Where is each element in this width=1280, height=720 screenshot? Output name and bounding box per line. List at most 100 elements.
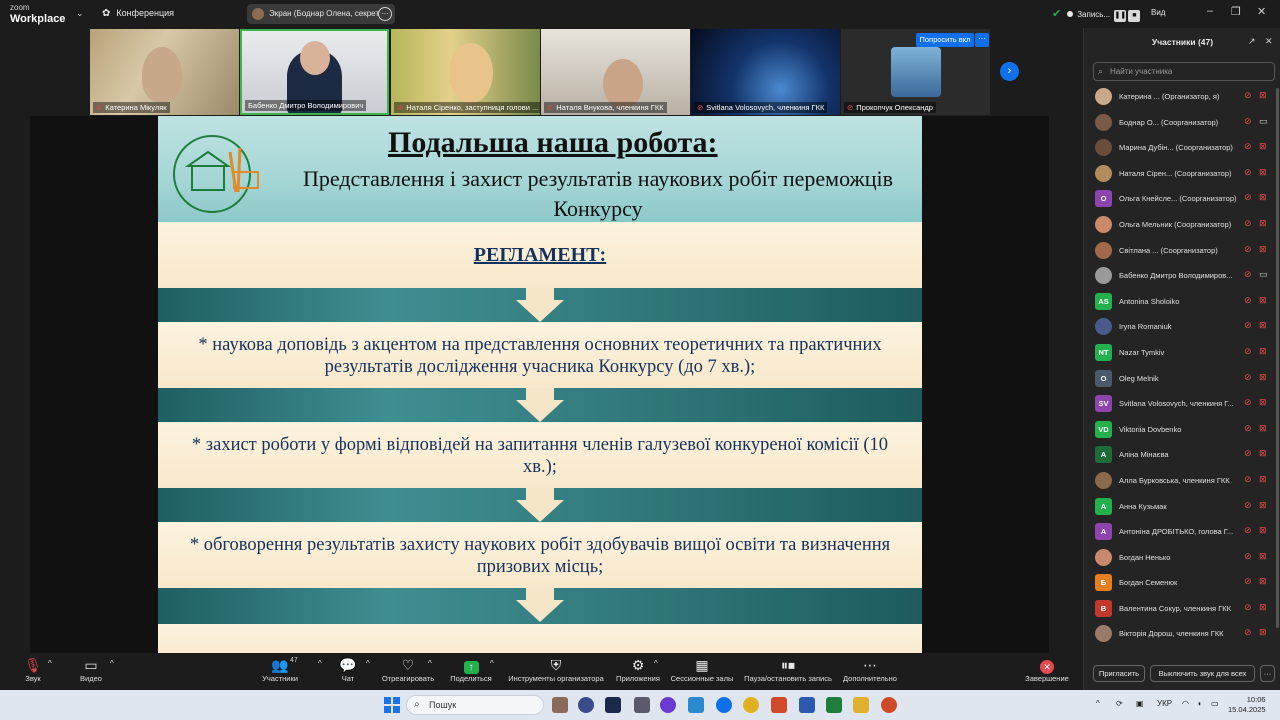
participant-row[interactable]: AS Antonina Sholoiko ⊘ ⊠ bbox=[1084, 289, 1280, 315]
mic-off-icon[interactable]: ⊘ bbox=[1244, 372, 1252, 383]
powerpoint-icon[interactable] bbox=[771, 697, 787, 713]
mic-off-icon[interactable]: ⊘ bbox=[1244, 346, 1252, 357]
video-off-icon[interactable]: ⊠ bbox=[1259, 90, 1267, 101]
word-icon[interactable] bbox=[799, 697, 815, 713]
share-button[interactable]: ↑ Поделиться bbox=[447, 657, 495, 683]
zoom-icon[interactable] bbox=[716, 697, 732, 713]
video-tile[interactable]: ⊘ Наталя Сіренко, заступниця голови ... bbox=[391, 29, 540, 115]
video-off-icon[interactable]: ⊠ bbox=[1259, 602, 1267, 613]
video-on-icon[interactable]: ▭ bbox=[1259, 269, 1268, 280]
host-tools-button[interactable]: ⛨ Инструменты организатора bbox=[505, 657, 607, 683]
tile-more-button[interactable]: ··· bbox=[975, 33, 989, 47]
mute-all-button[interactable]: Выключить звук для всех bbox=[1150, 665, 1255, 682]
mic-off-icon[interactable]: ⊘ bbox=[1244, 269, 1252, 280]
volume-icon[interactable]: ◖ bbox=[1197, 699, 1202, 708]
participant-row[interactable]: Наталя Сірен... (Соорганизатор) ⊘ ⊠ bbox=[1084, 161, 1280, 187]
participant-row[interactable]: NT Nazar Tymkiv ⊘ ⊠ bbox=[1084, 340, 1280, 366]
video-off-icon[interactable]: ⊠ bbox=[1259, 192, 1267, 203]
video-off-icon[interactable]: ⊠ bbox=[1259, 423, 1267, 434]
language-indicator[interactable]: УКР bbox=[1157, 699, 1172, 708]
participant-row[interactable]: А Аліна Мінаєва ⊘ ⊠ bbox=[1084, 442, 1280, 468]
mic-off-icon[interactable]: ⊘ bbox=[1244, 141, 1252, 152]
video-off-icon[interactable]: ⊠ bbox=[1259, 295, 1267, 306]
audio-button[interactable]: 🎙 Звук bbox=[20, 657, 46, 683]
apps-chevron-icon[interactable]: ^ bbox=[654, 659, 658, 668]
scrollbar[interactable] bbox=[1276, 88, 1279, 628]
video-off-icon[interactable]: ⊠ bbox=[1259, 474, 1267, 485]
taskbar-clock[interactable]: 10:06 15.04.2025 bbox=[1228, 695, 1266, 715]
minimize-icon[interactable]: – bbox=[1207, 5, 1213, 17]
mic-off-icon[interactable]: ⊘ bbox=[1244, 551, 1252, 562]
participant-row[interactable]: О Ольга Кнейсле... (Соорганизатор) ⊘ ⊠ bbox=[1084, 186, 1280, 212]
video-on-icon[interactable]: ▭ bbox=[1259, 116, 1268, 127]
more-icon[interactable]: ··· bbox=[378, 7, 392, 21]
pause-recording-button[interactable]: ❚❚ bbox=[1114, 10, 1127, 22]
chevron-down-icon[interactable]: ⌄ bbox=[76, 8, 84, 19]
file-explorer-icon[interactable] bbox=[853, 697, 869, 713]
copilot-icon[interactable] bbox=[552, 697, 568, 713]
stop-recording-button[interactable]: ■ bbox=[1128, 10, 1141, 22]
mic-off-icon[interactable]: ⊘ bbox=[1244, 320, 1252, 331]
wifi-icon[interactable]: ◠ bbox=[1182, 699, 1189, 708]
mic-off-icon[interactable]: ⊘ bbox=[1244, 90, 1252, 101]
video-off-icon[interactable]: ⊠ bbox=[1259, 244, 1267, 255]
participant-row[interactable]: Iryna Romaniuk ⊘ ⊠ bbox=[1084, 314, 1280, 340]
mic-off-icon[interactable]: ⊘ bbox=[1244, 167, 1252, 178]
close-icon[interactable]: ✕ bbox=[1257, 5, 1266, 18]
participant-row[interactable]: Ольга Мельник (Соорганизатор) ⊘ ⊠ bbox=[1084, 212, 1280, 238]
participant-row[interactable]: Боднар О... (Соорганизатор) ⊘ ▭ bbox=[1084, 110, 1280, 136]
share-chevron-icon[interactable]: ^ bbox=[490, 659, 494, 668]
mic-off-icon[interactable]: ⊘ bbox=[1244, 116, 1252, 127]
participant-row[interactable]: Катерина ... (Организатор, я) ⊘ ⊠ bbox=[1084, 84, 1280, 110]
chat-chevron-icon[interactable]: ^ bbox=[366, 659, 370, 668]
mic-off-icon[interactable]: ⊘ bbox=[1244, 576, 1252, 587]
pause-stop-recording-button[interactable]: ⏸⏹ Пауза/остановить запись bbox=[742, 657, 834, 683]
video-tile-active-speaker[interactable]: Бабенко Дмитро Володимирович bbox=[240, 29, 389, 115]
mic-off-icon[interactable]: ⊘ bbox=[1244, 474, 1252, 485]
next-page-button[interactable]: › bbox=[1000, 62, 1019, 81]
mic-off-icon[interactable]: ⊘ bbox=[1244, 192, 1252, 203]
participant-row[interactable]: Вікторія Дорош, членкиня ГКК ⊘ ⊠ bbox=[1084, 621, 1280, 647]
participants-button[interactable]: 👥 Участники 47 bbox=[256, 657, 304, 683]
mic-off-icon[interactable]: ⊘ bbox=[1244, 423, 1252, 434]
video-off-icon[interactable]: ⊠ bbox=[1259, 500, 1267, 511]
video-off-icon[interactable]: ⊠ bbox=[1259, 320, 1267, 331]
mic-off-icon[interactable]: ⊘ bbox=[1244, 602, 1252, 613]
participant-row[interactable]: O Oleg Melnik ⊘ ⊠ bbox=[1084, 366, 1280, 392]
participant-row[interactable]: Богдан Ненько ⊘ ⊠ bbox=[1084, 545, 1280, 571]
viber-icon[interactable] bbox=[660, 697, 676, 713]
tray-chevron-icon[interactable]: ^ bbox=[1096, 699, 1100, 708]
ask-to-unmute-button[interactable]: Попросить вкл bbox=[916, 33, 974, 47]
taskbar-search-input[interactable]: ⌕ Пошук bbox=[406, 695, 544, 715]
video-off-icon[interactable]: ⊠ bbox=[1259, 525, 1267, 536]
mic-off-icon[interactable]: ⊘ bbox=[1244, 627, 1252, 638]
sync-icon[interactable]: ⟳ bbox=[1116, 699, 1123, 708]
mic-off-icon[interactable]: ⊘ bbox=[1244, 397, 1252, 408]
participant-row[interactable]: Світлана ... (Соорганизатор) ⊘ ⊠ bbox=[1084, 238, 1280, 264]
chat-button[interactable]: 💬 Чат bbox=[336, 657, 360, 683]
more-button[interactable]: ⋯ Дополнительно bbox=[840, 657, 900, 683]
video-off-icon[interactable]: ⊠ bbox=[1259, 448, 1267, 459]
mic-off-icon[interactable]: ⊘ bbox=[1244, 500, 1252, 511]
participant-row[interactable]: Марина Дубін... (Соорганизатор) ⊘ ⊠ bbox=[1084, 135, 1280, 161]
video-off-icon[interactable]: ⊠ bbox=[1259, 218, 1267, 229]
video-off-icon[interactable]: ⊠ bbox=[1259, 576, 1267, 587]
meeting-info-button[interactable]: ✿ Конференция bbox=[102, 8, 174, 19]
close-panel-icon[interactable]: ✕ bbox=[1265, 36, 1273, 47]
mic-off-icon[interactable]: ⊘ bbox=[1244, 244, 1252, 255]
view-button[interactable]: Вид bbox=[1151, 8, 1165, 17]
app-icon[interactable] bbox=[634, 697, 650, 713]
end-meeting-button[interactable]: ✕ Завершение bbox=[1024, 657, 1070, 683]
participant-row[interactable]: Бабенко Дмитро Володимиров... ⊘ ▭ bbox=[1084, 263, 1280, 289]
video-tile[interactable]: ⊘ Катерина Мікуляк bbox=[90, 29, 239, 115]
steam-icon[interactable] bbox=[605, 697, 621, 713]
breakout-rooms-button[interactable]: ▦ Сессионные залы bbox=[670, 657, 734, 683]
video-tile[interactable]: ⊘ Наталя Внукова, членкиня ГКК bbox=[541, 29, 690, 115]
mic-off-icon[interactable]: ⊘ bbox=[1244, 295, 1252, 306]
app-icon[interactable] bbox=[578, 697, 594, 713]
windows-start-icon[interactable] bbox=[384, 697, 400, 713]
participant-row[interactable]: SV Svitlana Volosovych, членкиня Г... ⊘ ⊠ bbox=[1084, 391, 1280, 417]
excel-icon[interactable] bbox=[826, 697, 842, 713]
screen-share-indicator[interactable]: Экран (Боднар Олена, секретар ··· bbox=[247, 4, 395, 24]
participant-search-input[interactable]: ⌕ Найти участника bbox=[1093, 62, 1275, 81]
